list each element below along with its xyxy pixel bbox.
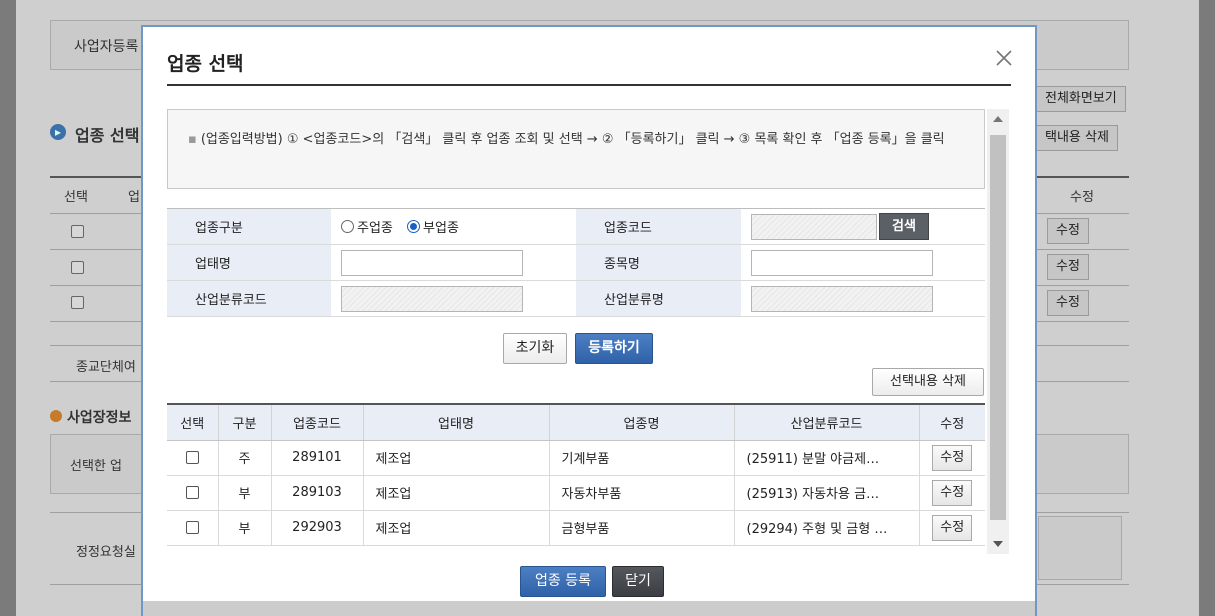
bg-section-title: 업종 선택 [75, 126, 140, 145]
business-type-input[interactable] [341, 249, 523, 276]
industry-class-name-input [751, 285, 933, 312]
submit-industry-button[interactable]: 업종 등록 [520, 566, 606, 597]
title-divider [167, 84, 1011, 86]
bg-row-checkbox[interactable] [71, 261, 84, 274]
close-icon[interactable] [995, 49, 1013, 67]
bg-full-screen-button[interactable]: 전체화면보기 [1036, 86, 1126, 112]
reset-button[interactable]: 초기화 [503, 333, 567, 364]
row-code: 289103 [271, 475, 364, 511]
row-item: 기계부품 [549, 440, 735, 476]
business-type-label: 업태명 [167, 244, 331, 281]
close-button[interactable]: 닫기 [612, 566, 664, 597]
bg-site-info-title: 사업장정보 [67, 410, 132, 426]
bg-col-edit: 수정 [1070, 190, 1094, 205]
bg-edit-button[interactable]: 수정 [1047, 254, 1089, 280]
table-row: 주 289101 제조업 기계부품 (25911) 분말 야금제… 수정 [167, 440, 985, 476]
header-edit: 수정 [919, 404, 985, 441]
bg-col-select: 선택 [64, 190, 88, 205]
item-label: 종목명 [576, 244, 741, 281]
scroll-down-arrow-icon[interactable] [987, 534, 1009, 554]
main-industry-label: 주업종 [357, 221, 393, 236]
header-industry-code: 산업분류코드 [734, 404, 920, 441]
bg-site-info-icon [50, 410, 62, 422]
row-item: 자동차부품 [549, 475, 735, 511]
scroll-thumb[interactable] [990, 135, 1006, 520]
bg-col-b: 업 [128, 190, 140, 205]
row-checkbox[interactable] [185, 486, 199, 499]
row-industry-code: (25911) 분말 야금제… [734, 440, 920, 476]
header-code: 업종코드 [271, 404, 364, 441]
header-business: 업태명 [363, 404, 550, 441]
row-type: 부 [218, 475, 272, 511]
dialog-scroll-area: ▪ (업종입력방법) ① <업종코드>의 「검색」 클릭 후 업종 조회 및 선택… [167, 109, 1011, 554]
row-checkbox[interactable] [185, 451, 199, 464]
row-business: 제조업 [363, 475, 550, 511]
header-select: 선택 [167, 404, 219, 441]
header-item: 업종명 [549, 404, 735, 441]
industry-form: 업종구분 주업종 부업종 업종코드 검색 업태명 종목명 산업분류코드 산업분류… [167, 208, 985, 317]
industry-class-code-label: 산업분류코드 [167, 280, 331, 317]
dialog-title: 업종 선택 [167, 53, 244, 75]
dialog-bottom-strip [143, 601, 1035, 616]
scroll-up-arrow-icon[interactable] [987, 109, 1009, 129]
item-input[interactable] [751, 249, 933, 276]
row-industry-code: (25913) 자동차용 금… [734, 475, 920, 511]
edit-button[interactable]: 수정 [932, 444, 973, 471]
bg-religion-label: 종교단체여 [76, 360, 136, 375]
sub-industry-label: 부업종 [423, 221, 459, 236]
input-method-notice: ▪ (업종입력방법) ① <업종코드>의 「검색」 클릭 후 업종 조회 및 선택… [167, 109, 985, 189]
row-business: 제조업 [363, 510, 550, 546]
table-row: 부 289103 제조업 자동차부품 (25913) 자동차용 금… 수정 [167, 475, 985, 511]
bg-edit-button[interactable]: 수정 [1047, 218, 1089, 244]
category-radio-group: 주업종 부업종 [331, 208, 576, 245]
dialog-scrollbar[interactable] [987, 109, 1009, 554]
header-type: 구분 [218, 404, 272, 441]
sub-industry-radio[interactable] [407, 220, 421, 233]
bg-delete-selected-button[interactable]: 택내용 삭제 [1036, 125, 1118, 151]
bg-business-reg-label: 사업자등록 [74, 39, 139, 55]
industry-class-name-label: 산업분류명 [576, 280, 741, 317]
industry-code-label: 업종코드 [576, 208, 741, 245]
row-industry-code: (29294) 주형 및 금형 … [734, 510, 920, 546]
row-type: 부 [218, 510, 272, 546]
main-industry-radio[interactable] [341, 220, 354, 233]
industry-class-code-input [341, 285, 523, 312]
industry-select-dialog: 업종 선택 ▪ (업종입력방법) ① <업종코드>의 「검색」 클릭 후 업종 조… [141, 25, 1037, 616]
bg-row-checkbox[interactable] [71, 296, 84, 309]
register-button[interactable]: 등록하기 [575, 333, 653, 364]
row-code: 289101 [271, 440, 364, 476]
bg-correction-label: 정정요청실 [76, 545, 136, 560]
row-checkbox[interactable] [185, 521, 199, 534]
industry-code-input [751, 213, 877, 240]
table-row: 부 292903 제조업 금형부품 (29294) 주형 및 금형 … 수정 [167, 510, 985, 546]
search-button[interactable]: 검색 [879, 213, 929, 240]
edit-button[interactable]: 수정 [932, 514, 973, 541]
bg-row-checkbox[interactable] [71, 225, 84, 238]
row-business: 제조업 [363, 440, 550, 476]
category-label: 업종구분 [167, 208, 331, 245]
table-header-row: 선택 구분 업종코드 업태명 업종명 산업분류코드 수정 [167, 404, 985, 441]
bg-section-bullet-icon: ▸ [50, 124, 66, 140]
bg-selected-note: 선택한 업 [70, 459, 122, 474]
row-code: 292903 [271, 510, 364, 546]
industry-list-table: 선택 구분 업종코드 업태명 업종명 산업분류코드 수정 주 289101 제조… [167, 403, 985, 546]
row-item: 금형부품 [549, 510, 735, 546]
bg-edit-button[interactable]: 수정 [1047, 290, 1089, 316]
edit-button[interactable]: 수정 [932, 479, 973, 506]
notice-text: (업종입력방법) ① <업종코드>의 「검색」 클릭 후 업종 조회 및 선택 … [200, 132, 945, 147]
row-type: 주 [218, 440, 272, 476]
delete-selected-button[interactable]: 선택내용 삭제 [872, 368, 984, 396]
